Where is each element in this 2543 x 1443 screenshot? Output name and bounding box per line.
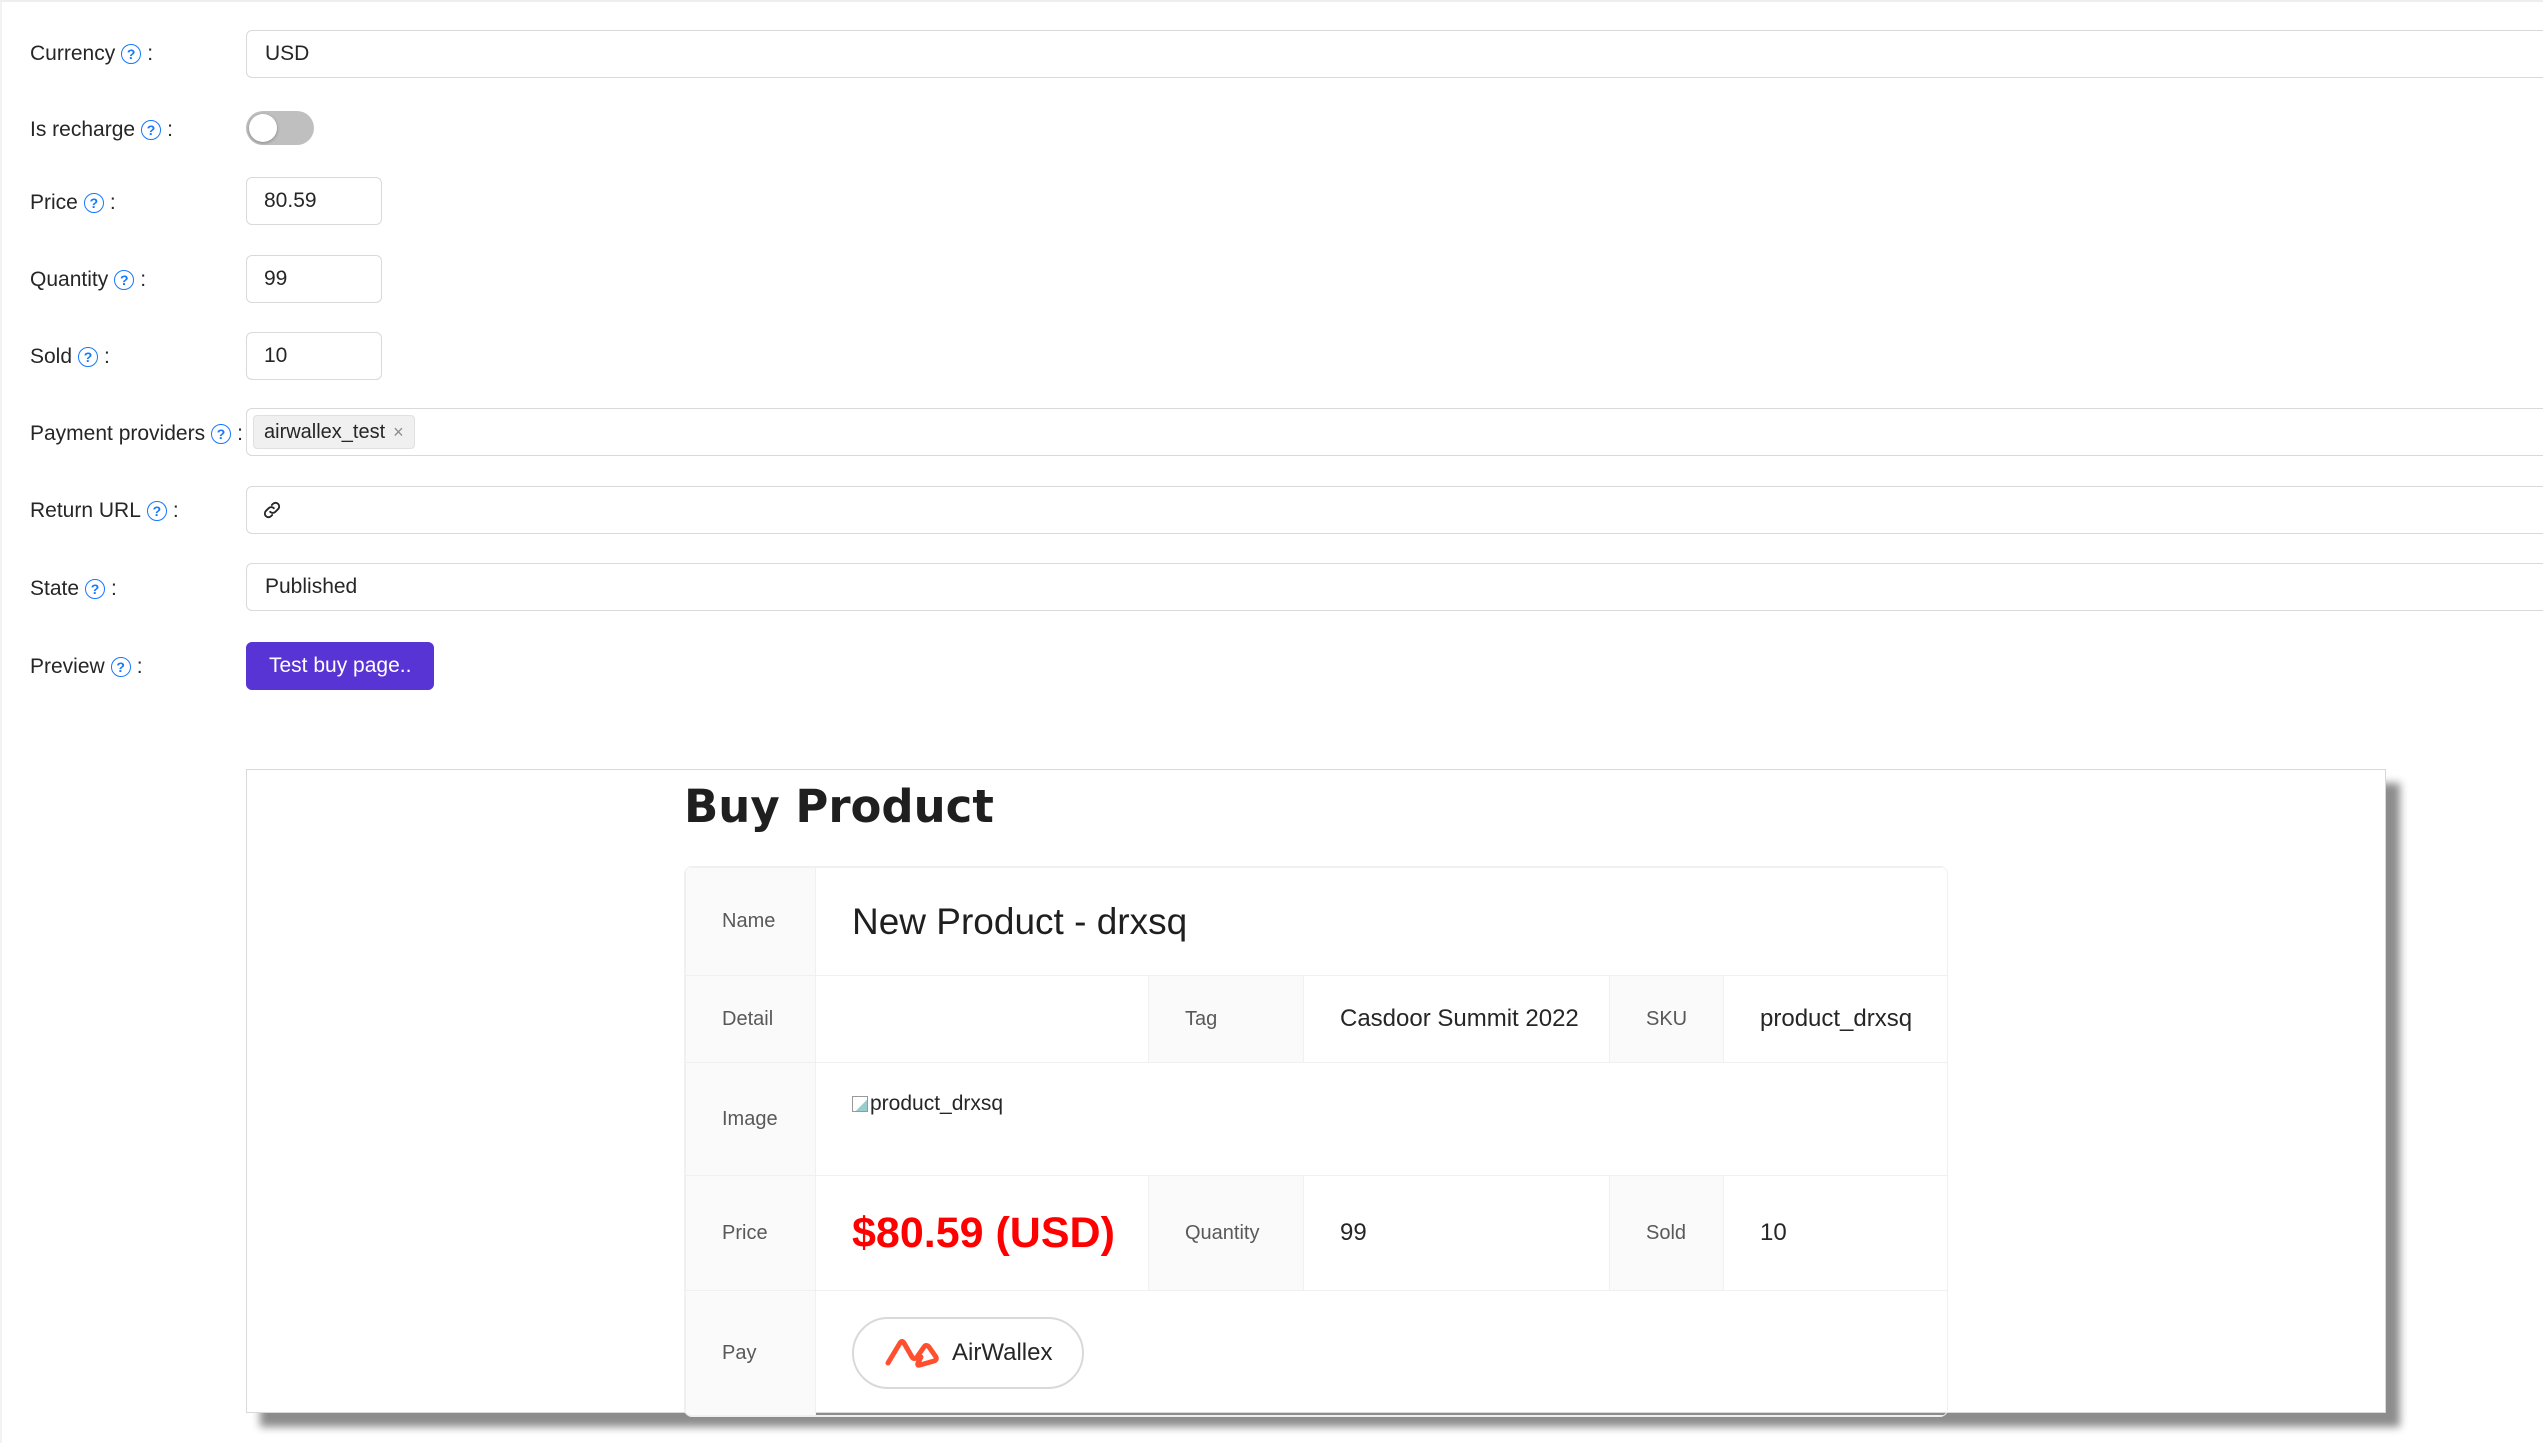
form-row-quantity: Quantity ? : 99: [2, 255, 2543, 303]
quantity-input[interactable]: 99: [246, 255, 382, 303]
sku-label: SKU: [1609, 975, 1724, 1063]
help-icon[interactable]: ?: [85, 579, 106, 599]
form-row-preview: Preview ? : Test buy page..: [2, 642, 2543, 690]
payment-providers-select[interactable]: airwallex_test ×: [246, 408, 2543, 456]
table-row: Pay AirWallex: [685, 1290, 1947, 1416]
buy-page-preview: Buy Product Name New Product - drxsq Det…: [246, 769, 2386, 1417]
sku-value: product_drxsq: [1722, 975, 1947, 1063]
sold-label: Sold: [1609, 1175, 1724, 1291]
switch-knob: [249, 114, 277, 142]
form-row-is-recharge: Is recharge ? :: [2, 110, 2543, 146]
return-url-input[interactable]: [246, 486, 2543, 534]
pay-label: Pay: [685, 1290, 816, 1416]
help-icon[interactable]: ?: [110, 657, 131, 677]
help-icon[interactable]: ?: [83, 193, 104, 213]
is-recharge-switch[interactable]: [246, 111, 314, 145]
tag-value: Casdoor Summit 2022: [1303, 975, 1610, 1063]
form-row-state: State ? : Published: [2, 563, 2543, 611]
airwallex-pay-button[interactable]: AirWallex: [852, 1317, 1085, 1389]
form-row-return-url: Return URL ? :: [2, 486, 2543, 534]
price-value: $80.59 (USD): [815, 1175, 1149, 1291]
airwallex-logo-icon: [885, 1339, 939, 1368]
help-icon[interactable]: ?: [211, 424, 232, 444]
help-icon[interactable]: ?: [114, 270, 135, 290]
form-row-price: Price ? : 80.59: [2, 177, 2543, 225]
help-icon[interactable]: ?: [146, 501, 167, 521]
help-icon[interactable]: ?: [121, 44, 142, 64]
product-edit-page: Currency ? : USD Is recharge ? : Price ?…: [0, 0, 2543, 1443]
sold-input[interactable]: 10: [246, 332, 382, 380]
product-descriptions-table: Name New Product - drxsq Detail Tag Casd…: [685, 867, 1947, 1416]
sold-label: Sold ? :: [30, 345, 110, 368]
detail-label: Detail: [685, 975, 816, 1063]
product-descriptions: Name New Product - drxsq Detail Tag Casd…: [684, 866, 1948, 1417]
image-label: Image: [685, 1062, 816, 1176]
form-row-payment-providers: Payment providers ? : airwallex_test ×: [2, 408, 2543, 456]
link-icon: [263, 501, 281, 519]
payment-provider-tag: airwallex_test ×: [253, 415, 415, 449]
tag-label: Tag: [1148, 975, 1304, 1063]
image-value: product_drxsq: [814, 1062, 1947, 1176]
sold-value: 10: [1722, 1175, 1947, 1291]
tag-close-icon[interactable]: ×: [393, 422, 404, 443]
product-name: New Product - drxsq: [814, 867, 1947, 976]
quantity-label: Quantity ? :: [30, 268, 147, 291]
preview-label: Preview ? :: [30, 655, 143, 678]
detail-value: [815, 975, 1149, 1063]
table-row: Name New Product - drxsq: [685, 867, 1947, 976]
help-icon[interactable]: ?: [141, 120, 162, 140]
return-url-label: Return URL ? :: [30, 499, 179, 522]
table-row: Image product_drxsq: [685, 1062, 1947, 1176]
buy-product-title: Buy Product: [684, 780, 994, 833]
table-row: Price $80.59 (USD) Quantity 99 Sold 10: [685, 1175, 1947, 1291]
quantity-value: 99: [1303, 1175, 1610, 1291]
currency-select[interactable]: USD: [246, 30, 2543, 78]
help-icon[interactable]: ?: [78, 347, 99, 367]
form-row-currency: Currency ? : USD: [2, 30, 2543, 78]
pay-value: AirWallex: [814, 1290, 1947, 1416]
payment-providers-label: Payment providers ? :: [30, 422, 243, 445]
test-buy-page-button[interactable]: Test buy page..: [246, 642, 435, 690]
broken-image-icon: [852, 1096, 868, 1112]
name-label: Name: [685, 867, 816, 976]
product-image: product_drxsq: [852, 1092, 1003, 1116]
quantity-label: Quantity: [1148, 1175, 1304, 1291]
price-label: Price: [685, 1175, 816, 1291]
currency-label: Currency ? :: [30, 42, 154, 65]
form-row-sold: Sold ? : 10: [2, 332, 2543, 380]
price-label: Price ? :: [30, 191, 116, 214]
table-row: Detail Tag Casdoor Summit 2022 SKU produ…: [685, 975, 1947, 1063]
state-select[interactable]: Published: [246, 563, 2543, 611]
state-label: State ? :: [30, 577, 117, 600]
is-recharge-label: Is recharge ? :: [30, 118, 173, 141]
price-input[interactable]: 80.59: [246, 177, 382, 225]
